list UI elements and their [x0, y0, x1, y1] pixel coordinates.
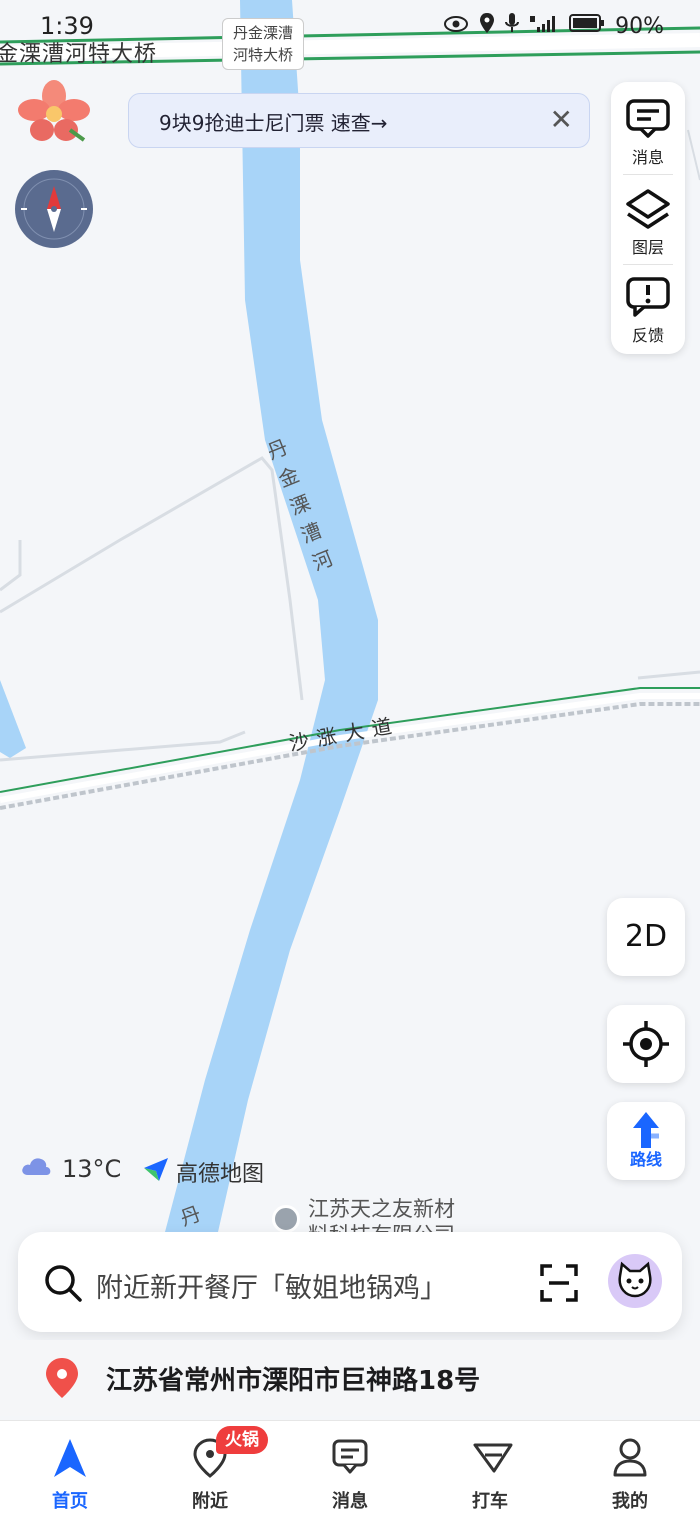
flower-icon[interactable]: [18, 80, 90, 144]
bottom-tab-bar: 首页 附近 消息 打车 我的: [0, 1420, 700, 1518]
location-icon: [479, 12, 495, 40]
home-arrow-icon: [54, 1439, 86, 1477]
tab-taxi-label: 打车: [472, 1491, 508, 1512]
tab-home-label: 首页: [52, 1491, 88, 1512]
poi-marker[interactable]: [272, 1205, 300, 1233]
poi-label-line1: 江苏天之友新材: [308, 1197, 455, 1221]
tab-home[interactable]: 首页: [0, 1421, 140, 1518]
feedback-icon: [626, 277, 670, 317]
status-icons: 90%: [443, 12, 664, 40]
cloud-icon: [20, 1155, 52, 1183]
amap-logo-icon: [142, 1155, 170, 1189]
map-tools-panel: 消息 图层 反馈: [611, 82, 685, 354]
tab-messages-label: 消息: [332, 1491, 368, 1512]
promo-banner[interactable]: 9块9抢迪士尼门票 速查→ ✕: [128, 93, 590, 148]
current-address-row[interactable]: 江苏省常州市溧阳市巨神路18号: [0, 1340, 700, 1416]
feedback-tool-label: 反馈: [631, 326, 664, 345]
tab-taxi[interactable]: 打车: [420, 1421, 560, 1518]
bridge-tag-line1: 丹金溧漕: [232, 24, 293, 42]
tab-profile[interactable]: 我的: [560, 1421, 700, 1518]
locate-button[interactable]: [607, 1005, 685, 1083]
message-icon: [626, 99, 670, 138]
brand-name: 高德地图: [176, 1162, 265, 1187]
messages-tool-label: 消息: [631, 148, 664, 167]
route-button[interactable]: 路线: [607, 1102, 685, 1180]
brand-logo: 高德地图: [142, 1155, 264, 1189]
layers-tool[interactable]: 图层: [611, 176, 685, 264]
route-button-label: 路线: [629, 1150, 662, 1169]
search-input[interactable]: 附近新开餐厅「敏姐地锅鸡」: [96, 1266, 447, 1305]
user-icon: [613, 1438, 647, 1477]
route-arrow-icon: [633, 1112, 659, 1148]
road-label-bridge: 金溧漕河特大桥: [0, 42, 158, 67]
location-pin-icon: [46, 1358, 78, 1398]
tab-nearby-label: 附近: [192, 1491, 228, 1512]
microphone-icon: [505, 12, 520, 40]
layers-icon: [626, 189, 670, 229]
tab-messages[interactable]: 消息: [280, 1421, 420, 1518]
message-icon: [332, 1439, 368, 1474]
nearby-badge: 火锅: [216, 1426, 268, 1454]
scan-icon[interactable]: [538, 1262, 580, 1304]
taxi-icon: [473, 1443, 513, 1473]
current-address: 江苏省常州市溧阳市巨神路18号: [106, 1366, 481, 1396]
view-mode-button[interactable]: 2D: [607, 898, 685, 976]
bridge-tag-line2: 河特大桥: [232, 46, 293, 64]
signal-icon: [529, 13, 559, 39]
tab-profile-label: 我的: [612, 1491, 648, 1512]
messages-tool[interactable]: 消息: [611, 86, 685, 174]
search-icon: [45, 1265, 82, 1302]
layers-tool-label: 图层: [631, 238, 664, 257]
eye-icon: [443, 14, 469, 39]
bridge-tag[interactable]: 丹金溧漕 河特大桥: [222, 18, 304, 70]
battery-icon: [569, 13, 605, 39]
search-bar[interactable]: 附近新开餐厅「敏姐地锅鸡」: [18, 1232, 682, 1332]
close-icon[interactable]: ✕: [550, 104, 573, 136]
battery-percent: 90%: [615, 13, 664, 39]
weather-widget[interactable]: 13°C: [20, 1155, 121, 1183]
assistant-avatar[interactable]: [608, 1254, 662, 1308]
temperature: 13°C: [62, 1155, 122, 1183]
feedback-tool[interactable]: 反馈: [611, 264, 685, 352]
compass-icon[interactable]: [15, 170, 93, 248]
cat-icon: [618, 1261, 652, 1298]
crosshair-icon: [623, 1021, 669, 1067]
promo-text[interactable]: 9块9抢迪士尼门票 速查→: [159, 107, 388, 136]
